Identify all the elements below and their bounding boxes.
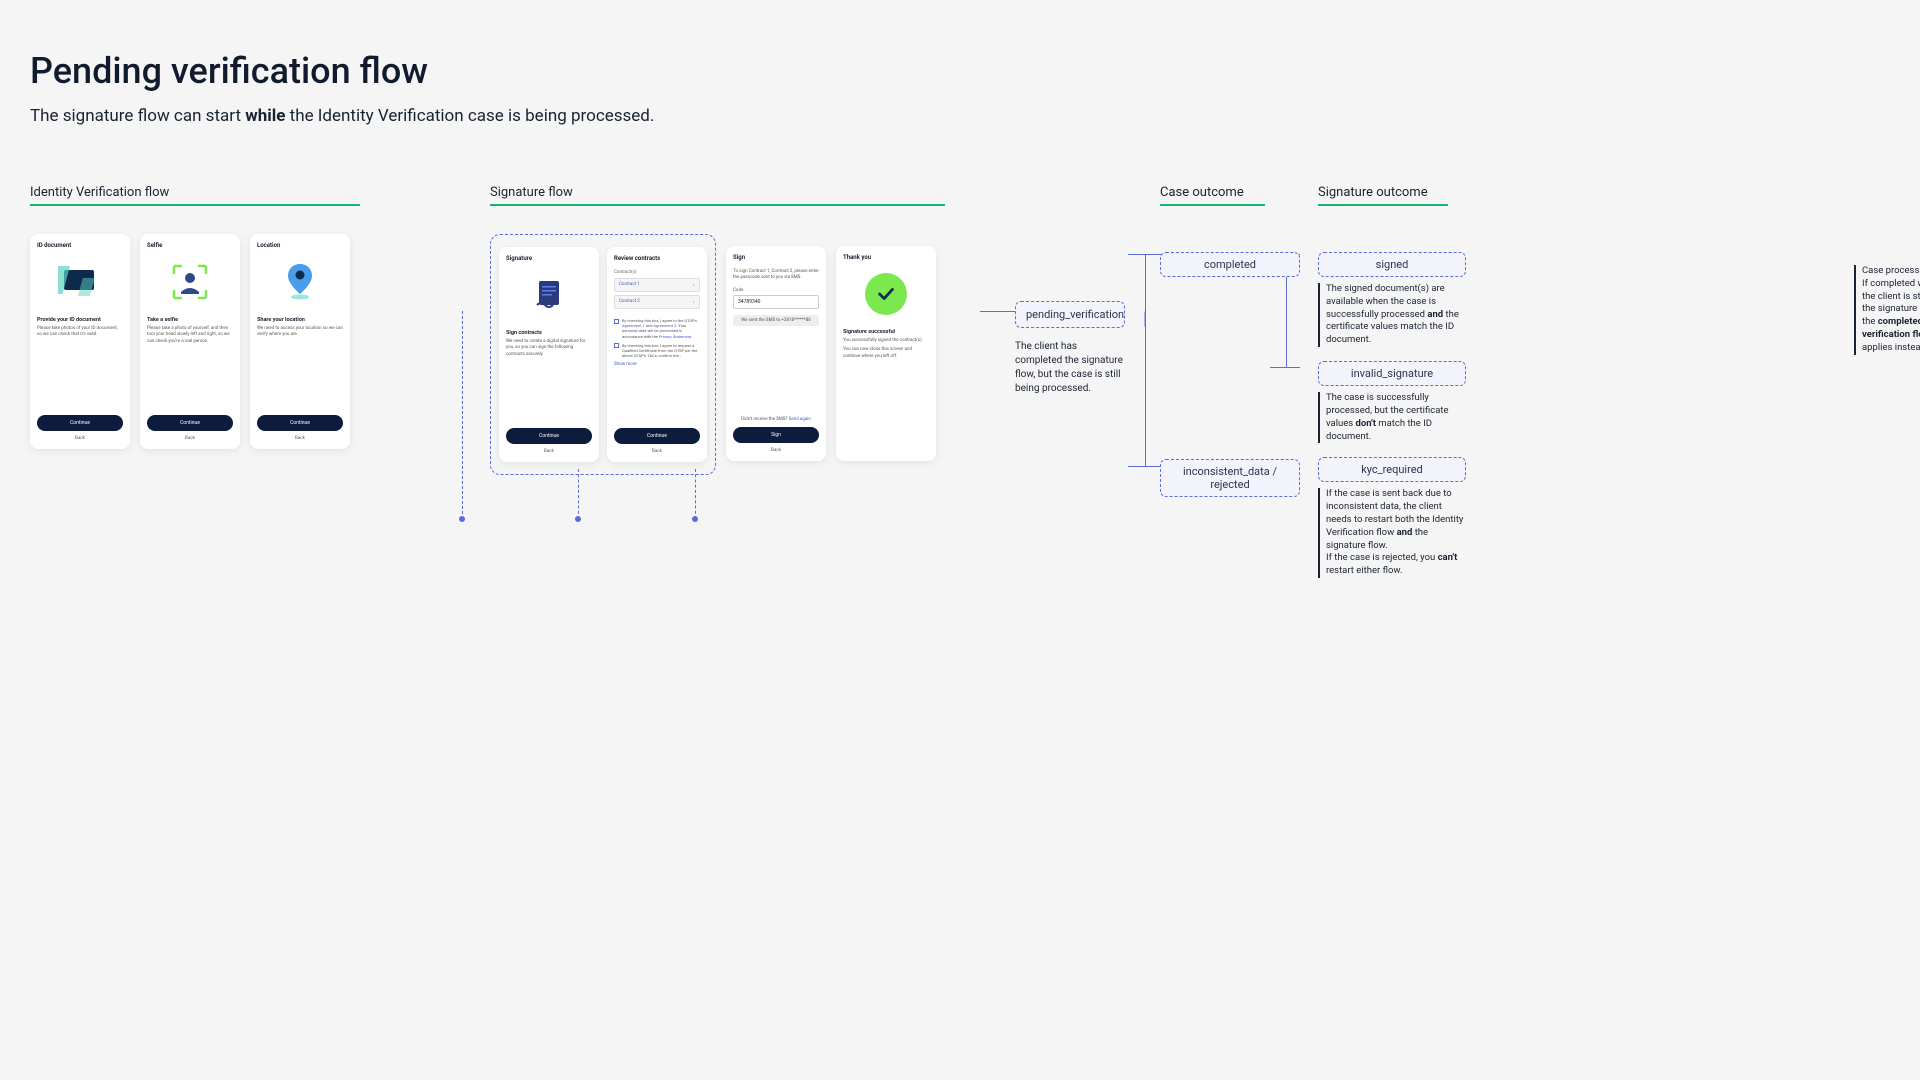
- back-button[interactable]: Back: [506, 449, 592, 454]
- outcome-invalid-signature: invalid_signature: [1318, 361, 1466, 386]
- contracts-label: Contract(s): [614, 270, 700, 275]
- outcome-signed: signed: [1318, 252, 1466, 277]
- card-heading: Sign contracts: [506, 330, 592, 336]
- send-again-link[interactable]: Send again: [789, 417, 811, 422]
- card-heading: Signature successful: [843, 329, 929, 335]
- card-title: Location: [257, 242, 343, 249]
- section-label-case-outcome: Case outcome: [1160, 185, 1265, 206]
- back-button[interactable]: Back: [733, 448, 819, 453]
- outcome-completed: completed: [1160, 252, 1300, 277]
- state-pending-verification: pending_verification: [1015, 301, 1125, 328]
- card-title: ID document: [37, 242, 123, 249]
- sms-sent-notice: We sent the SMS to +2818******86: [733, 315, 819, 326]
- back-button[interactable]: Back: [614, 449, 700, 454]
- card-body-2: You can now close this screen and contin…: [843, 347, 929, 360]
- continue-button[interactable]: Continue: [147, 415, 233, 431]
- code-input[interactable]: 34789340: [733, 295, 819, 309]
- card-heading: Take a selfie: [147, 317, 233, 323]
- back-button[interactable]: Back: [147, 436, 233, 441]
- checkbox-agreement-1[interactable]: By checking this box, I agree to the QTS…: [614, 318, 700, 339]
- selfie-icon: [147, 257, 233, 307]
- card-body: We need to create a digital signature fo…: [506, 339, 592, 358]
- card-body: Please take a photo of yourself, and the…: [147, 326, 233, 345]
- success-check-icon: [843, 269, 929, 319]
- card-title: Signature: [506, 255, 592, 262]
- resend-sms: Didn't receive the SMS? Send again: [733, 417, 819, 422]
- card-body: We need to access your location so we ca…: [257, 326, 343, 339]
- page-subtitle: The signature flow can start while the I…: [30, 106, 1490, 126]
- continue-button[interactable]: Continue: [257, 415, 343, 431]
- phone-card-review: Review contracts Contract(s) Contract 1↓…: [607, 247, 707, 462]
- section-label-signature: Signature flow: [490, 185, 945, 206]
- phone-card-signature: Signature Sign contracts We need to crea…: [499, 247, 599, 462]
- outcome-invalid-text: The case is successfully processed, but …: [1318, 392, 1466, 443]
- card-heading: Provide your ID document: [37, 317, 123, 323]
- connector-line: [1145, 254, 1146, 466]
- card-title: Review contracts: [614, 255, 700, 262]
- back-button[interactable]: Back: [37, 436, 123, 441]
- card-title: Sign: [733, 254, 819, 261]
- note-case-processing: Case processing: If completed while the …: [1854, 265, 1920, 355]
- continue-button[interactable]: Continue: [614, 428, 700, 444]
- continue-button[interactable]: Continue: [37, 415, 123, 431]
- outcome-kyc-required: kyc_required: [1318, 457, 1466, 482]
- outcome-signed-text: The signed document(s) are available whe…: [1318, 283, 1466, 347]
- outcome-kyc-text: If the case is sent back due to inconsis…: [1318, 488, 1466, 578]
- checkbox-icon[interactable]: [614, 343, 619, 348]
- signature-scroll-icon: [506, 270, 592, 320]
- location-pin-icon: [257, 257, 343, 307]
- contract-link-1[interactable]: Contract 1↓: [614, 278, 700, 292]
- id-card-icon: [37, 257, 123, 307]
- card-title: Selfie: [147, 242, 233, 249]
- section-label-signature-outcome: Signature outcome: [1318, 185, 1448, 206]
- download-icon[interactable]: ↓: [693, 299, 695, 305]
- sign-button[interactable]: Sign: [733, 427, 819, 443]
- card-body: You successfully signed the contract(s).: [843, 338, 929, 344]
- phone-card-location: Location Share your location We need to …: [250, 234, 350, 449]
- pending-description: The client has completed the signature f…: [1015, 340, 1125, 396]
- phone-card-thank-you: Thank you Signature successful You succe…: [836, 246, 936, 461]
- card-heading: Share your location: [257, 317, 343, 323]
- page-title: Pending verification flow: [30, 50, 1490, 92]
- card-title: Thank you: [843, 254, 929, 261]
- phone-card-id-document: ID document Provide your ID document Ple…: [30, 234, 130, 449]
- continue-button[interactable]: Continue: [506, 428, 592, 444]
- outcome-inconsistent-rejected: inconsistent_data / rejected: [1160, 459, 1300, 497]
- card-body: Please take photos of your ID document, …: [37, 326, 123, 339]
- checkbox-agreement-2[interactable]: By checking this box, I agree to request…: [614, 343, 700, 359]
- pending-verification-group: pending_verification The client has comp…: [1015, 301, 1125, 396]
- checkbox-icon[interactable]: [614, 319, 619, 324]
- back-button[interactable]: Back: [257, 436, 343, 441]
- signature-group-highlight: Signature Sign contracts We need to crea…: [490, 234, 716, 475]
- code-label: Code: [733, 288, 819, 293]
- card-body: To sign Contract 1, Contract 2, please e…: [733, 269, 819, 282]
- contract-link-2[interactable]: Contract 2↓: [614, 295, 700, 309]
- phone-card-sign: Sign To sign Contract 1, Contract 2, ple…: [726, 246, 826, 461]
- section-label-idv: Identity Verification flow: [30, 185, 360, 206]
- download-icon[interactable]: ↓: [693, 282, 695, 288]
- phone-card-selfie: Selfie Take a selfie Please take a photo…: [140, 234, 240, 449]
